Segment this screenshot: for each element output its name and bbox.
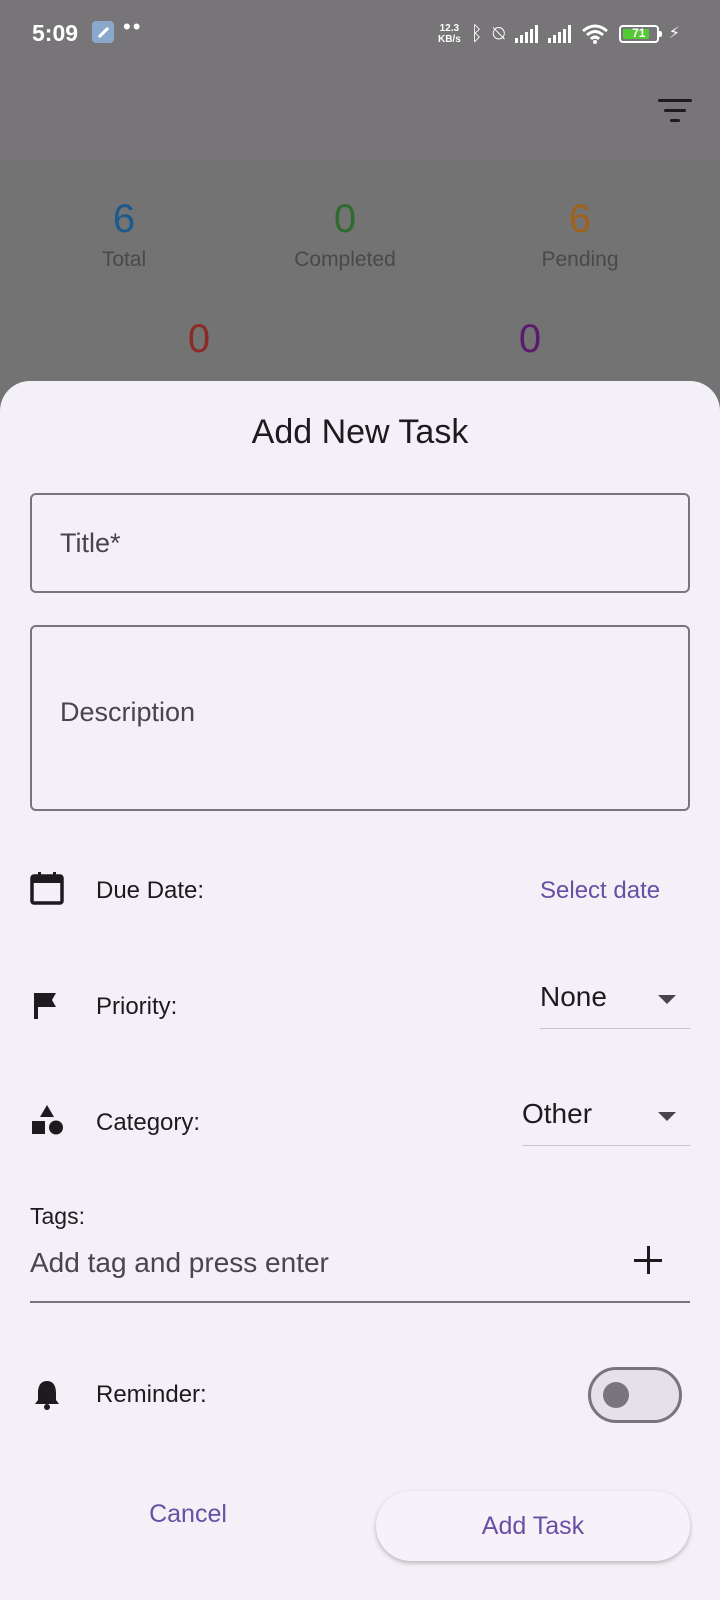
- stats-panel: 6 Total 0 Completed 6 Pending 0 0: [0, 160, 720, 400]
- charging-icon: ⚡: [668, 25, 680, 42]
- stat-completed-value: 0: [333, 197, 357, 241]
- category-dropdown[interactable]: Other: [522, 1090, 690, 1146]
- status-time: 5:09: [32, 20, 79, 46]
- calendar-icon: [30, 872, 64, 905]
- battery-icon: 71: [618, 25, 662, 43]
- stat-overdue: 0: [79, 316, 319, 362]
- stat-total-label: Total: [101, 248, 147, 271]
- bell-icon: [35, 1381, 59, 1410]
- chevron-down-icon: [658, 1112, 676, 1121]
- reminder-toggle[interactable]: [588, 1367, 682, 1423]
- tag-input[interactable]: [30, 1233, 590, 1293]
- description-input[interactable]: [32, 627, 688, 809]
- add-tag-button[interactable]: [634, 1245, 666, 1277]
- title-field[interactable]: [30, 493, 690, 593]
- stat-pending: 6 Pending: [460, 196, 700, 272]
- title-input[interactable]: [32, 495, 688, 591]
- priority-dropdown[interactable]: None: [540, 973, 690, 1029]
- add-task-sheet: Add New Task Due Date: Select date Prior…: [0, 381, 720, 1600]
- wifi-icon: [581, 24, 608, 44]
- stat-pending-value: 6: [568, 197, 592, 241]
- filter-icon[interactable]: [658, 99, 692, 125]
- toggle-knob: [603, 1382, 629, 1408]
- stat-completed-label: Completed: [294, 248, 396, 271]
- bluetooth-icon: ᛒ: [470, 23, 483, 45]
- signal-icon: [514, 25, 538, 43]
- tag-field[interactable]: [30, 1233, 690, 1303]
- stat-fifth: 0: [410, 316, 650, 362]
- stat-completed: 0 Completed: [225, 196, 465, 272]
- priority-value: None: [540, 981, 607, 1012]
- app-bar: [0, 68, 720, 160]
- stat-fifth-value: 0: [518, 317, 542, 361]
- wrench-icon: [92, 21, 114, 43]
- add-task-button[interactable]: Add Task: [376, 1491, 690, 1561]
- category-shapes-icon: [32, 1105, 63, 1135]
- alarm-off-icon: ⍉: [492, 23, 505, 45]
- select-date-button[interactable]: Select date: [540, 877, 660, 905]
- reminder-label: Reminder:: [96, 1381, 207, 1408]
- cancel-button[interactable]: Cancel: [98, 1481, 278, 1547]
- flag-icon: [34, 993, 56, 1019]
- category-value: Other: [522, 1098, 593, 1129]
- sheet-title: Add New Task: [251, 413, 469, 451]
- signal-icon-2: [547, 25, 571, 43]
- stat-pending-label: Pending: [541, 248, 619, 271]
- stat-total: 6 Total: [4, 196, 244, 272]
- description-field[interactable]: [30, 625, 690, 811]
- network-speed-value: 12.3: [439, 23, 460, 34]
- priority-label: Priority:: [96, 993, 178, 1020]
- chevron-down-icon: [658, 995, 676, 1004]
- status-bar: 5:09 •• 12.3 KB/s ᛒ ⍉ 71 ⚡: [0, 0, 720, 68]
- more-notifications-icon: ••: [123, 14, 143, 39]
- due-date-label: Due Date:: [96, 877, 205, 904]
- stat-total-value: 6: [112, 197, 136, 241]
- network-speed-unit: KB/s: [437, 34, 461, 45]
- category-label: Category:: [96, 1109, 201, 1136]
- network-speed: 12.3 KB/s: [438, 23, 461, 45]
- tags-label: Tags:: [30, 1203, 85, 1229]
- battery-level: 71: [632, 26, 646, 40]
- stat-overdue-value: 0: [187, 317, 211, 361]
